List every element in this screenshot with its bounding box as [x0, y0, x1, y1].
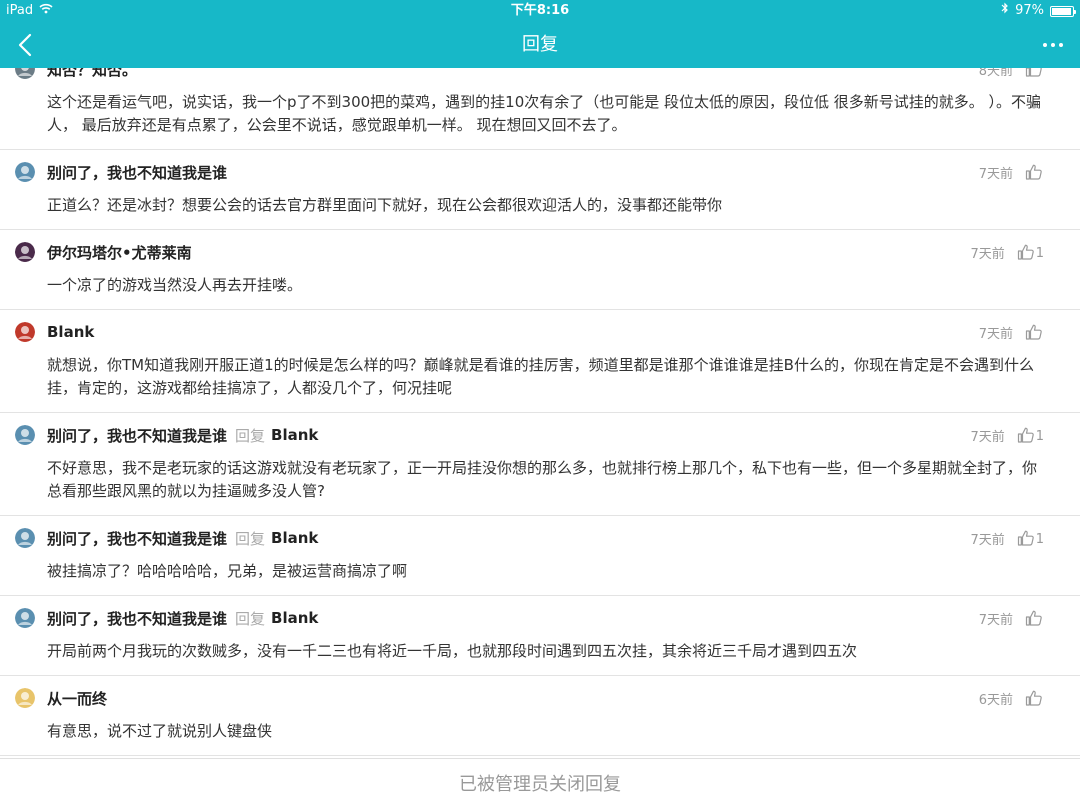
thumbs-up-icon [1017, 530, 1034, 546]
more-dot-icon [1043, 43, 1047, 47]
comment-author[interactable]: 别问了，我也不知道我是谁 [47, 528, 227, 549]
comment-meta: 7天前 1 [970, 528, 1044, 548]
status-time: 下午8:16 [510, 3, 570, 18]
comment-author[interactable]: 别问了，我也不知道我是谁 [47, 608, 227, 629]
comment-item: 别问了，我也不知道我是谁 回复 Blank 7天前 开局前两个月我玩的次数贼多，… [0, 596, 1080, 676]
like-button[interactable]: 1 [1017, 426, 1044, 444]
status-right: 97% [1001, 0, 1076, 22]
comment-item: 知否？知否。 8天前 这个还是看运气吧，说实话，我一个p了不到300把的菜鸡，遇… [0, 59, 1080, 150]
like-button[interactable] [1025, 609, 1044, 627]
thumbs-up-icon [1017, 244, 1034, 260]
comment-header: Blank 7天前 [15, 322, 1056, 342]
comment-text: 正道么？还是冰封？想要公会的话去官方群里面问下就好，现在公会都很欢迎活人的，没事… [47, 196, 723, 214]
comment-text: 有意思，说不过了就说别人键盘侠 [47, 722, 273, 740]
comment-text: 就想说，你TM知道我刚开服正道1的时候是怎么样的吗？巅峰就是看谁的挂厉害，频道里… [47, 356, 1034, 397]
comment-time: 7天前 [978, 612, 1013, 628]
like-count: 1 [1035, 429, 1044, 444]
avatar[interactable] [15, 528, 35, 548]
page-title: 回复 [522, 34, 558, 55]
thumbs-up-icon [1025, 324, 1042, 340]
more-dot-icon [1059, 43, 1063, 47]
app-root: iPad 下午8:16 97% 回复 知否？知否。 8天前 这个还是看运气吧，说… [0, 0, 1080, 810]
comment-time: 6天前 [978, 692, 1013, 708]
comment-text: 这个还是看运气吧，说实话，我一个p了不到300把的菜鸡，遇到的挂10次有余了（也… [47, 93, 1042, 134]
battery-percent: 97% [1015, 3, 1044, 18]
battery-fill [1052, 7, 1072, 15]
reply-target-author[interactable]: Blank [271, 426, 318, 444]
like-button[interactable]: 1 [1017, 529, 1044, 547]
reply-label: 回复 [235, 609, 266, 628]
like-button[interactable] [1025, 689, 1044, 707]
comment-text: 一个凉了的游戏当然没人再去开挂喽。 [47, 276, 303, 294]
avatar[interactable] [15, 425, 35, 445]
avatar[interactable] [15, 688, 35, 708]
like-button[interactable]: 1 [1017, 243, 1044, 261]
comment-time: 7天前 [970, 246, 1005, 262]
more-button[interactable] [1036, 30, 1070, 60]
avatar[interactable] [15, 322, 35, 342]
nav-bar: 回复 [0, 22, 1080, 68]
avatar[interactable] [15, 608, 35, 628]
comment-author[interactable]: 伊尔玛塔尔•尤蒂莱南 [47, 242, 192, 263]
comment-text: 不好意思，我不是老玩家的话这游戏就没有老玩家了，正一开局挂没你想的那么多，也就排… [47, 459, 1038, 500]
comment-meta: 7天前 1 [970, 242, 1044, 262]
more-dot-icon [1051, 43, 1055, 47]
comment-time: 7天前 [970, 532, 1005, 548]
comment-list[interactable]: 知否？知否。 8天前 这个还是看运气吧，说实话，我一个p了不到300把的菜鸡，遇… [0, 52, 1080, 758]
comment-header: 别问了，我也不知道我是谁 回复 Blank 7天前 1 [15, 528, 1056, 549]
thumbs-up-icon [1017, 427, 1034, 443]
comment-author[interactable]: 别问了，我也不知道我是谁 [47, 425, 227, 446]
reply-target-author[interactable]: Blank [271, 529, 318, 547]
comment-header: 从一而终 6天前 [15, 688, 1056, 709]
avatar[interactable] [15, 242, 35, 262]
bluetooth-icon [1001, 0, 1009, 22]
comment-item: 从一而终 6天前 有意思，说不过了就说别人键盘侠 [0, 676, 1080, 756]
like-count: 1 [1035, 246, 1044, 261]
thumbs-up-icon [1025, 164, 1042, 180]
comment-text: 被挂搞凉了？哈哈哈哈哈，兄弟，是被运营商搞凉了啊 [47, 562, 408, 580]
reply-label: 回复 [235, 529, 266, 548]
comment-header: 别问了，我也不知道我是谁 7天前 [15, 162, 1056, 183]
header: iPad 下午8:16 97% 回复 [0, 0, 1080, 68]
comment-text: 开局前两个月我玩的次数贼多，没有一千二三也有将近一千局，也就那段时间遇到四五次挂… [47, 642, 858, 660]
comment-time: 7天前 [970, 429, 1005, 445]
avatar[interactable] [15, 162, 35, 182]
like-button[interactable] [1025, 323, 1044, 341]
comment-time: 7天前 [978, 326, 1013, 342]
comment-author[interactable]: Blank [47, 323, 94, 341]
comment-item: 伊尔玛塔尔•尤蒂莱南 7天前 1 一个凉了的游戏当然没人再去开挂喽。 [0, 230, 1080, 310]
comment-author[interactable]: 从一而终 [47, 688, 107, 709]
thumbs-up-icon [1025, 690, 1042, 706]
comment-meta: 6天前 [979, 688, 1044, 708]
battery-icon [1050, 5, 1076, 17]
comment-time: 7天前 [978, 166, 1013, 182]
status-bar: iPad 下午8:16 97% [0, 0, 1080, 22]
comment-header: 伊尔玛塔尔•尤蒂莱南 7天前 1 [15, 242, 1056, 263]
comment-item: 别问了，我也不知道我是谁 回复 Blank 7天前 1 被挂搞凉了？哈哈哈哈哈，… [0, 516, 1080, 596]
reply-label: 回复 [235, 426, 266, 445]
comment-meta: 7天前 [979, 608, 1044, 628]
comment-header: 别问了，我也不知道我是谁 回复 Blank 7天前 1 [15, 425, 1056, 446]
thumbs-up-icon [1025, 610, 1042, 626]
comment-item: Blank 7天前 就想说，你TM知道我刚开服正道1的时候是怎么样的吗？巅峰就是… [0, 310, 1080, 413]
reply-target-author[interactable]: Blank [271, 609, 318, 627]
comment-meta: 7天前 [979, 322, 1044, 342]
replies-closed-notice: 已被管理员关闭回复 [0, 758, 1080, 810]
comment-header: 别问了，我也不知道我是谁 回复 Blank 7天前 [15, 608, 1056, 629]
comment-meta: 7天前 1 [970, 425, 1044, 445]
comment-item: 别问了，我也不知道我是谁 回复 Blank 7天前 1 不好意思，我不是老玩家的… [0, 413, 1080, 516]
comment-author[interactable]: 别问了，我也不知道我是谁 [47, 162, 227, 183]
comment-meta: 7天前 [979, 162, 1044, 182]
comment-item: 别问了，我也不知道我是谁 7天前 正道么？还是冰封？想要公会的话去官方群里面问下… [0, 150, 1080, 230]
like-count: 1 [1035, 532, 1044, 547]
like-button[interactable] [1025, 163, 1044, 181]
